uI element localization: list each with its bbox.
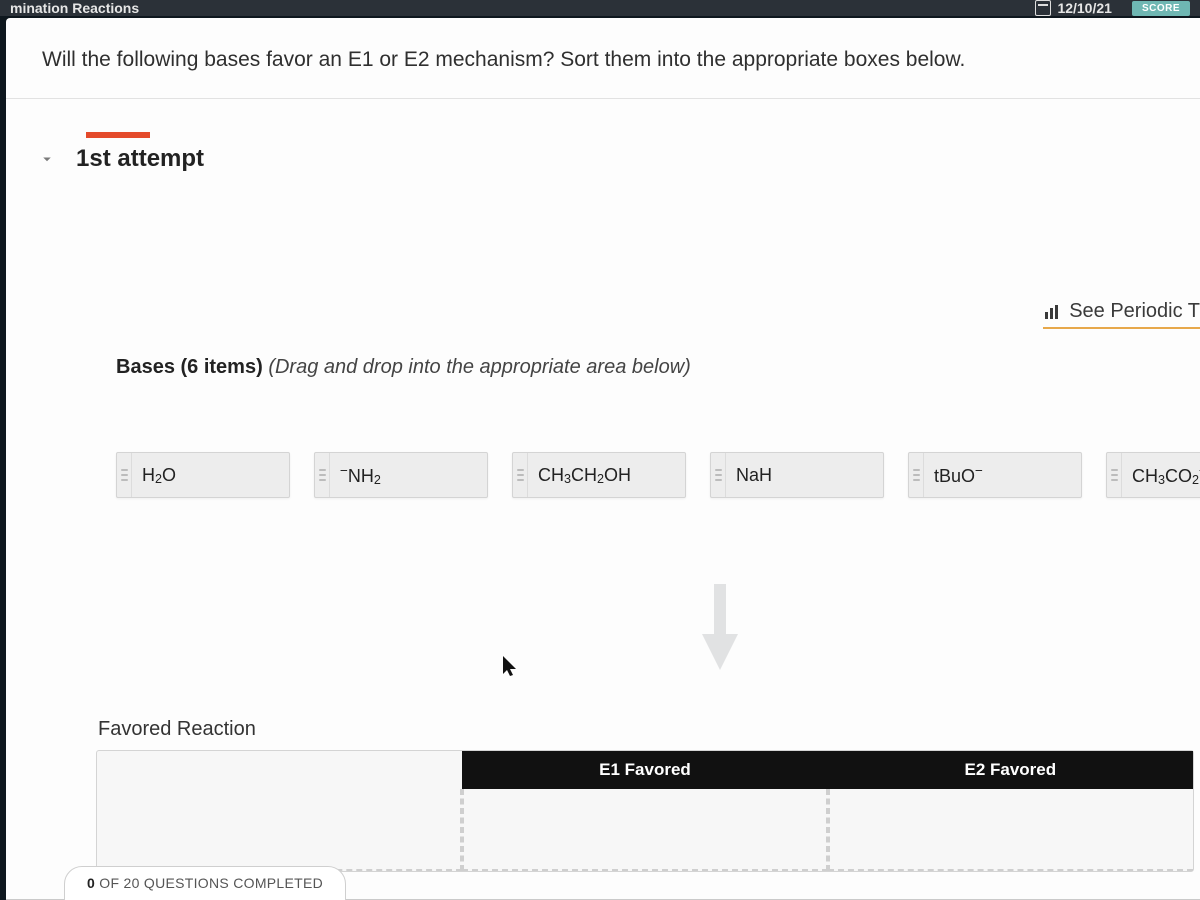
drop-zone-title: E1 Favored: [462, 751, 827, 789]
chem-label: CH3CH2OH: [538, 465, 631, 486]
drag-grip-icon: [711, 453, 726, 497]
breadcrumb: mination Reactions: [10, 0, 139, 16]
chem-label: H2O: [142, 465, 176, 486]
calendar-icon: [1035, 0, 1051, 16]
due-date: 12/10/21: [1035, 0, 1112, 16]
progress-pill[interactable]: 0 OF 20 QUESTIONS COMPLETED: [64, 866, 346, 900]
drag-grip-icon: [513, 453, 528, 497]
drop-zone-body[interactable]: [97, 789, 462, 871]
drop-zone-title: [97, 751, 462, 789]
attempt-label: 1st attempt: [76, 145, 204, 173]
score-badge: SCORE: [1132, 1, 1190, 16]
question-text: Will the following bases favor an E1 or …: [6, 18, 1200, 99]
favored-reaction-header: Favored Reaction: [98, 718, 256, 741]
chevron-down-icon[interactable]: [36, 148, 58, 170]
drop-zone-e2-favored[interactable]: E2 Favored: [828, 751, 1193, 871]
cursor-icon: [503, 656, 519, 676]
drop-zone-e1-favored[interactable]: E1 Favored: [462, 751, 827, 871]
draggable-tile[interactable]: NaH: [710, 452, 884, 498]
drop-zone-body[interactable]: [462, 789, 827, 871]
chem-label: CH3CO2−: [1132, 463, 1200, 487]
bases-header: Bases (6 items) (Drag and drop into the …: [116, 356, 691, 379]
chem-label: NaH: [736, 465, 772, 486]
drop-zones: E1 FavoredE2 Favored: [96, 750, 1194, 872]
draggable-tile[interactable]: CH3CH2OH: [512, 452, 686, 498]
drop-zone-blank[interactable]: [97, 751, 462, 871]
drag-grip-icon: [1107, 453, 1122, 497]
drop-zone-title: E2 Favored: [828, 751, 1193, 789]
drop-hint-arrow-icon: [696, 584, 744, 670]
top-bar: mination Reactions 12/10/21 SCORE: [0, 0, 1200, 16]
drag-grip-icon: [117, 453, 132, 497]
chem-label: tBuO−: [934, 463, 983, 487]
draggable-tile[interactable]: −NH2: [314, 452, 488, 498]
periodic-table-link[interactable]: See Periodic T: [1043, 298, 1200, 329]
draggable-tile[interactable]: CH3CO2−: [1106, 452, 1200, 498]
draggable-tile[interactable]: tBuO−: [908, 452, 1082, 498]
bar-chart-icon: [1045, 305, 1061, 319]
drag-grip-icon: [315, 453, 330, 497]
accent-bar: [86, 132, 150, 138]
chem-label: −NH2: [340, 463, 381, 487]
drag-grip-icon: [909, 453, 924, 497]
question-card: Will the following bases favor an E1 or …: [6, 18, 1200, 900]
drop-zone-body[interactable]: [828, 789, 1193, 871]
draggable-tile[interactable]: H2O: [116, 452, 290, 498]
draggable-tiles: H2O −NH2 CH3CH2OH NaH tBuO− CH3CO2−: [116, 452, 1200, 498]
